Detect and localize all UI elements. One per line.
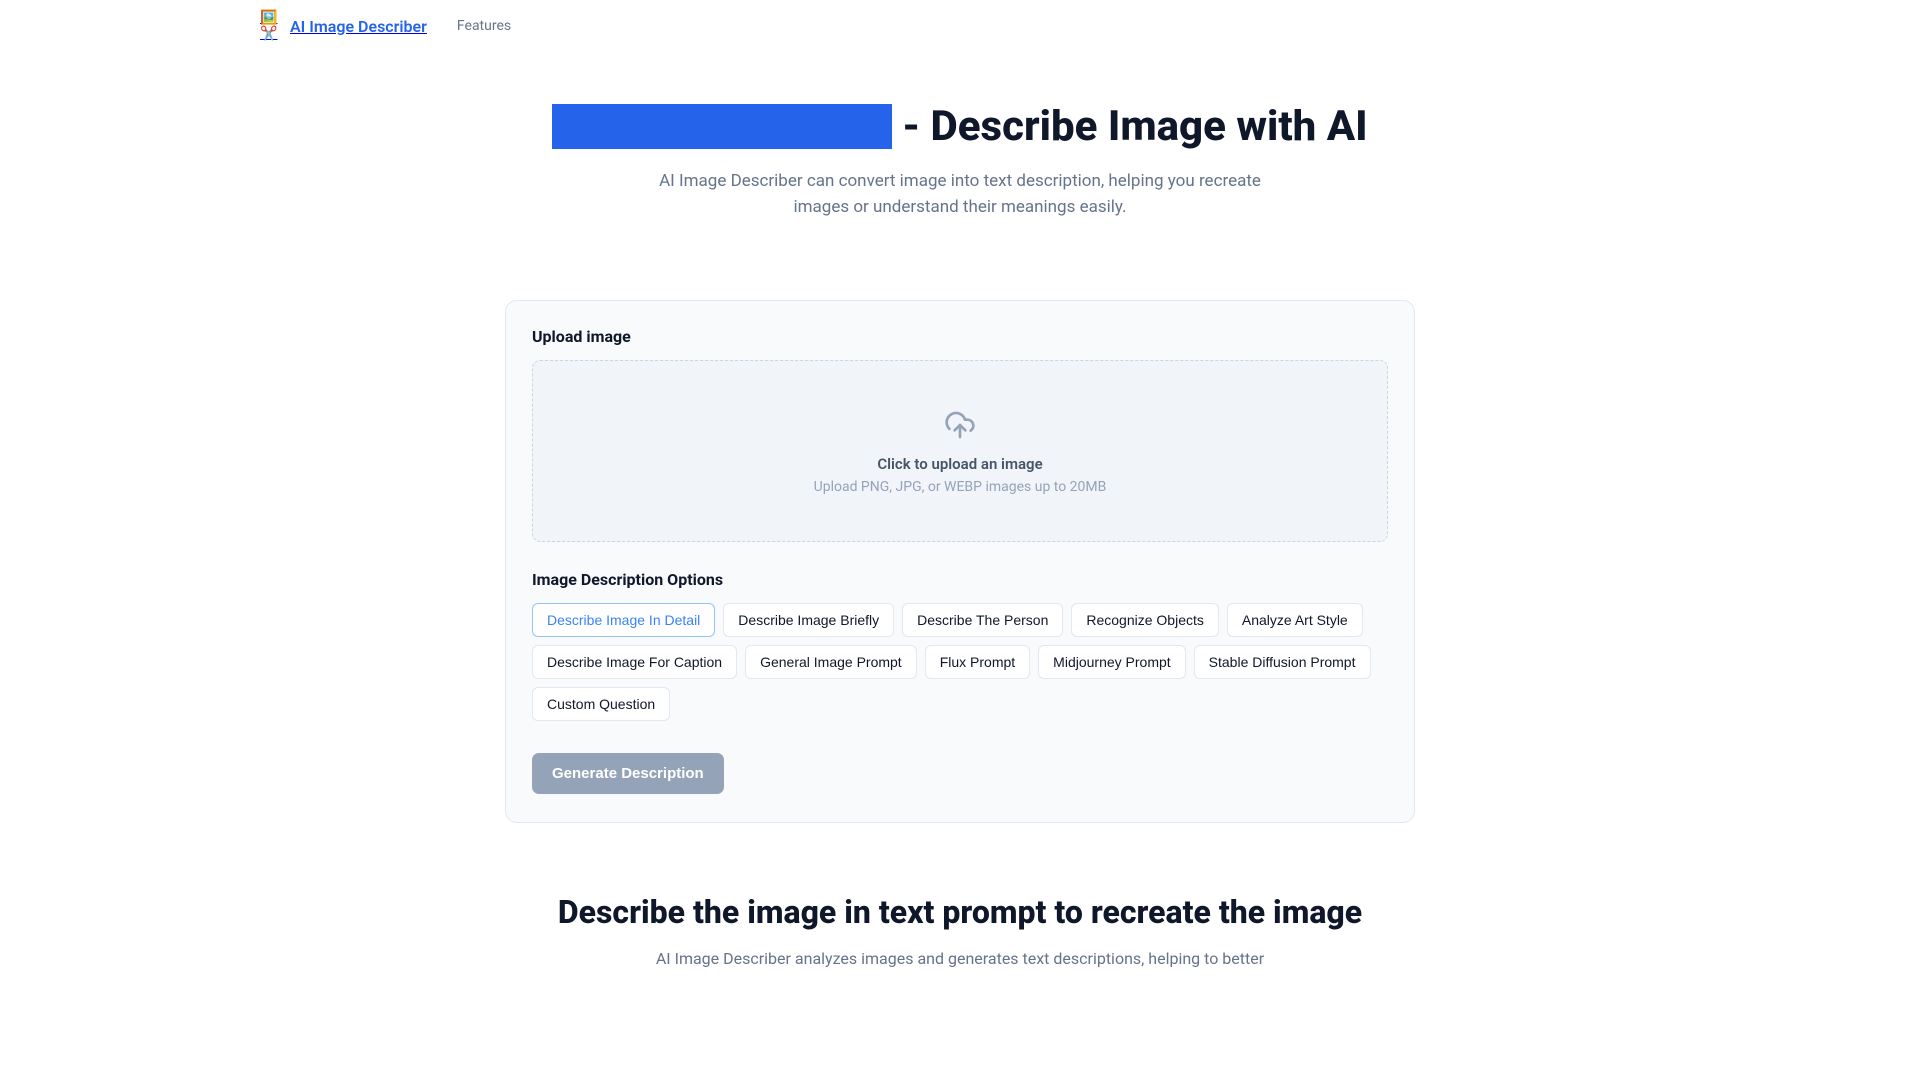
brand-link[interactable]: 🖼️✂️ AI Image Describer	[260, 16, 427, 36]
hero-section: - Describe Image with AI AI Image Descri…	[0, 52, 1920, 260]
generate-description-button[interactable]: Generate Description	[532, 753, 724, 794]
option-chip[interactable]: General Image Prompt	[745, 645, 917, 679]
hero-subtitle: AI Image Describer can convert image int…	[650, 169, 1270, 220]
upload-card: Upload image Click to upload an image Up…	[505, 300, 1415, 823]
below-text: AI Image Describer analyzes images and g…	[600, 949, 1320, 968]
option-chip[interactable]: Describe Image Briefly	[723, 603, 894, 637]
redacted-bar	[552, 104, 892, 149]
option-chip[interactable]: Flux Prompt	[925, 645, 1030, 679]
header: 🖼️✂️ AI Image Describer Features	[0, 0, 1920, 52]
hero-title-text: - Describe Image with AI	[902, 102, 1367, 151]
options-section: Image Description Options Describe Image…	[532, 570, 1388, 721]
option-chip[interactable]: Custom Question	[532, 687, 670, 721]
option-chip[interactable]: Analyze Art Style	[1227, 603, 1363, 637]
option-chip[interactable]: Recognize Objects	[1071, 603, 1219, 637]
nav-features[interactable]: Features	[457, 18, 511, 34]
options-section-label: Image Description Options	[532, 570, 1388, 589]
upload-dropzone[interactable]: Click to upload an image Upload PNG, JPG…	[532, 360, 1388, 542]
options-grid: Describe Image In DetailDescribe Image B…	[532, 603, 1388, 721]
upload-primary-text: Click to upload an image	[553, 455, 1367, 473]
option-chip[interactable]: Describe The Person	[902, 603, 1063, 637]
image-text-icon: 🖼️✂️	[260, 16, 280, 36]
option-chip[interactable]: Midjourney Prompt	[1038, 645, 1186, 679]
option-chip[interactable]: Describe Image In Detail	[532, 603, 715, 637]
upload-secondary-text: Upload PNG, JPG, or WEBP images up to 20…	[553, 479, 1367, 495]
hero-title: - Describe Image with AI	[20, 102, 1900, 151]
upload-section-label: Upload image	[532, 327, 1388, 346]
option-chip[interactable]: Stable Diffusion Prompt	[1194, 645, 1371, 679]
below-title: Describe the image in text prompt to rec…	[20, 893, 1900, 931]
brand-name: AI Image Describer	[290, 17, 427, 36]
below-section: Describe the image in text prompt to rec…	[0, 823, 1920, 968]
cloud-upload-icon	[944, 409, 976, 441]
option-chip[interactable]: Describe Image For Caption	[532, 645, 737, 679]
